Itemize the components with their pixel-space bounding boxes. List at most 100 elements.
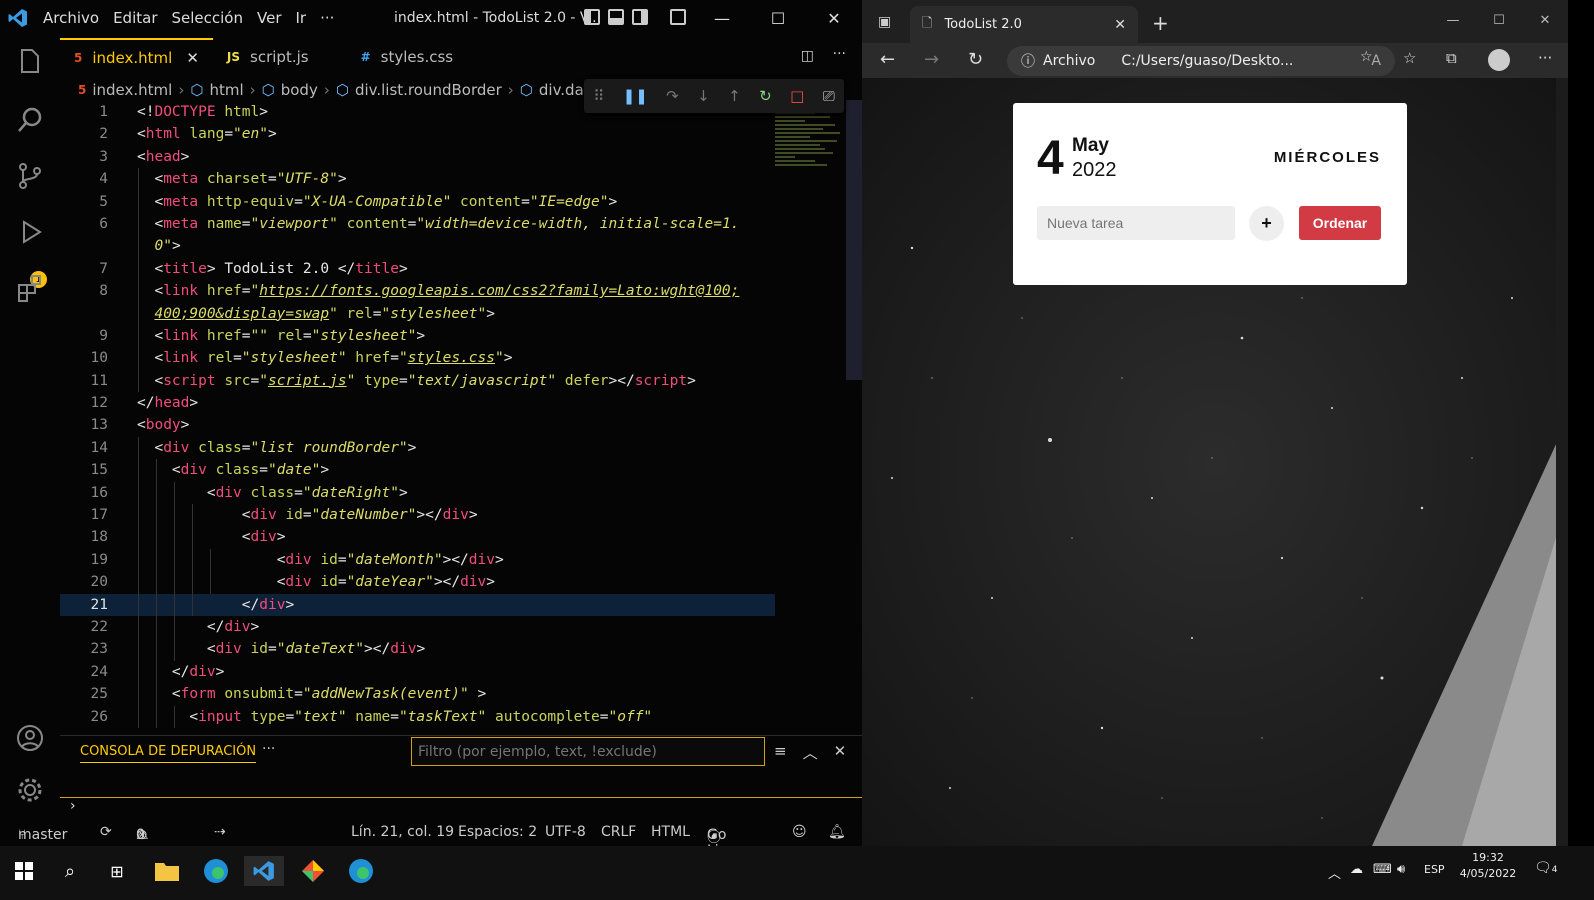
vscode-taskbar-icon[interactable] <box>244 856 284 886</box>
info-icon[interactable]: ⓘ <box>1021 51 1035 71</box>
add-favorite-icon[interactable]: ☆ <box>1360 49 1373 65</box>
profile-avatar[interactable] <box>1488 49 1510 71</box>
feedback-icon[interactable]: ☺ <box>792 824 807 840</box>
sync-icon[interactable]: ⟳ <box>100 824 112 840</box>
code-line[interactable]: 9 <link href="" rel="stylesheet"> <box>60 324 775 348</box>
tab-styles-css[interactable]: # styles.css <box>347 38 468 76</box>
code-line[interactable]: 0"> <box>60 235 775 258</box>
new-tab-icon[interactable]: + <box>1152 11 1169 35</box>
search-icon[interactable]: ⌕ <box>55 856 85 886</box>
toggle-panel-icon[interactable] <box>608 9 624 25</box>
git-icon[interactable] <box>298 856 328 886</box>
code-line[interactable]: 2 <html lang="en"> <box>60 123 775 145</box>
browser-tab[interactable]: 🗋︎ TodoList 2.0 ✕ <box>910 6 1138 43</box>
code-line[interactable]: 3 <head> <box>60 146 775 168</box>
minimize-button[interactable]: — <box>1430 0 1476 40</box>
code-line[interactable]: 18 <div> <box>60 526 775 549</box>
encoding[interactable]: UTF-8 <box>545 824 586 840</box>
end-of-line[interactable]: CRLF <box>601 824 636 840</box>
step-into-icon[interactable]: ↓ <box>697 87 710 105</box>
edge-icon[interactable] <box>201 856 231 886</box>
more-actions-icon[interactable]: ··· <box>833 46 846 62</box>
toggle-sidebar-icon[interactable] <box>584 9 600 25</box>
settings-gear-icon[interactable] <box>14 774 46 806</box>
volume-icon[interactable]: 🔊︎ <box>1397 862 1405 877</box>
code-line[interactable]: 11 <script src="script.js" type="text/ja… <box>60 369 775 393</box>
restart-icon[interactable]: ↻ <box>759 87 772 105</box>
inspect-icon[interactable]: ⎚ <box>823 87 835 105</box>
code-line[interactable]: 20 <div id="dateYear"></div> <box>60 571 775 594</box>
code-line[interactable]: 17 <div id="dateNumber"></div> <box>60 504 775 527</box>
close-button[interactable]: ✕ <box>806 0 862 36</box>
console-prompt[interactable]: › <box>70 798 76 814</box>
close-button[interactable]: ✕ <box>1522 0 1568 40</box>
code-line[interactable]: 400;900&display=swap" rel="stylesheet"> <box>60 302 775 325</box>
editor-scrollbar[interactable] <box>846 100 862 380</box>
minimize-button[interactable]: — <box>694 0 750 36</box>
code-line[interactable]: 19 <div id="dateMonth"></div> <box>60 548 775 572</box>
console-filter-input[interactable] <box>411 737 765 766</box>
close-tab-icon[interactable]: ✕ <box>186 49 199 67</box>
code-line[interactable]: 7 <title> TodoList 2.0 </title> <box>60 257 775 281</box>
menu-archivo[interactable]: Archivo <box>36 9 106 27</box>
split-editor-icon[interactable]: ◫ <box>801 48 814 64</box>
new-task-input[interactable] <box>1037 206 1235 240</box>
menu-seleccion[interactable]: Selección <box>165 9 251 27</box>
refresh-icon[interactable]: ↻ <box>968 49 983 70</box>
minimap[interactable] <box>775 110 845 190</box>
notifications-icon[interactable]: 🗨︎4 <box>1534 860 1558 876</box>
edge-icon[interactable] <box>346 856 376 886</box>
menu-editar[interactable]: Editar <box>106 9 164 27</box>
language-mode[interactable]: HTML <box>651 824 690 840</box>
code-line[interactable]: 21 </div> <box>60 593 775 616</box>
address-bar[interactable]: ⓘ Archivo C:/Users/guaso/Deskto... A <box>1007 46 1395 76</box>
breadcrumb-item[interactable]: div.list.roundBorder <box>355 81 502 99</box>
maximize-button[interactable]: ☐ <box>1476 0 1522 40</box>
code-editor[interactable]: 1 <!DOCTYPE html> 2 <html lang="en"> 3 <head>… <box>60 101 775 731</box>
cursor-position[interactable]: Lín. 21, col. 19 <box>351 824 454 840</box>
stop-icon[interactable]: □ <box>790 87 804 105</box>
menu-more[interactable]: ··· <box>313 9 341 27</box>
windows-start-icon[interactable] <box>9 856 39 886</box>
step-out-icon[interactable]: ↑ <box>728 87 741 105</box>
sort-button[interactable]: Ordenar <box>1299 206 1381 240</box>
drag-handle-icon[interactable]: ⠿ <box>593 87 604 105</box>
menu-ir[interactable]: Ir <box>289 9 314 27</box>
network-icon[interactable]: ⌨ <box>1373 862 1392 877</box>
notifications-bell-icon[interactable]: 🔔︎ <box>828 824 846 840</box>
pause-icon[interactable]: ❚❚ <box>623 87 648 105</box>
debug-status-icon[interactable]: ⇢ <box>214 824 226 840</box>
run-debug-icon[interactable] <box>14 216 46 248</box>
maximize-button[interactable]: ☐ <box>750 0 806 36</box>
breadcrumb-item[interactable]: html <box>209 81 243 99</box>
menu-ver[interactable]: Ver <box>250 9 289 27</box>
code-line[interactable]: 15 <div class="date"> <box>60 459 775 482</box>
tab-actions-icon[interactable]: ▣ <box>878 14 891 30</box>
code-line[interactable]: 10 <link rel="stylesheet" href="styles.c… <box>60 347 775 370</box>
tab-script-js[interactable]: JS script.js <box>213 38 323 76</box>
collections-icon[interactable]: ⧉ <box>1446 49 1457 67</box>
explorer-icon[interactable] <box>14 46 46 78</box>
code-line[interactable]: 16 <div class="dateRight"> <box>60 481 775 505</box>
breadcrumb-item[interactable]: index.html <box>92 81 172 99</box>
code-line[interactable]: 13 <body> <box>60 414 775 436</box>
code-line[interactable]: 8 <link href="https://fonts.googleapis.c… <box>60 280 775 303</box>
add-task-button[interactable]: + <box>1249 206 1284 241</box>
file-explorer-icon[interactable] <box>152 856 182 886</box>
search-icon[interactable] <box>14 104 46 136</box>
settings-more-icon[interactable]: ··· <box>1538 49 1552 67</box>
step-over-icon[interactable]: ↷ <box>666 87 679 105</box>
indentation[interactable]: Espacios: 2 <box>458 824 537 840</box>
code-line[interactable]: 26 <input type="text" name="taskText" au… <box>60 705 775 728</box>
close-tab-icon[interactable]: ✕ <box>1114 17 1126 33</box>
panel-more-icon[interactable]: ··· <box>262 741 275 757</box>
code-line[interactable]: 23 <div id="dateText"></div> <box>60 638 775 661</box>
maximize-panel-icon[interactable]: ︿ <box>803 742 818 763</box>
favorites-icon[interactable]: ☆ <box>1403 49 1416 67</box>
code-line[interactable]: 4 <meta charset="UTF-8"> <box>60 168 775 191</box>
clock[interactable]: 19:32 4/05/2022 <box>1458 850 1518 882</box>
source-control-icon[interactable] <box>14 160 46 192</box>
clear-console-icon[interactable]: ≡ <box>774 742 787 763</box>
task-view-icon[interactable]: ⊞ <box>102 856 132 886</box>
code-line[interactable]: 24 </div> <box>60 660 775 684</box>
